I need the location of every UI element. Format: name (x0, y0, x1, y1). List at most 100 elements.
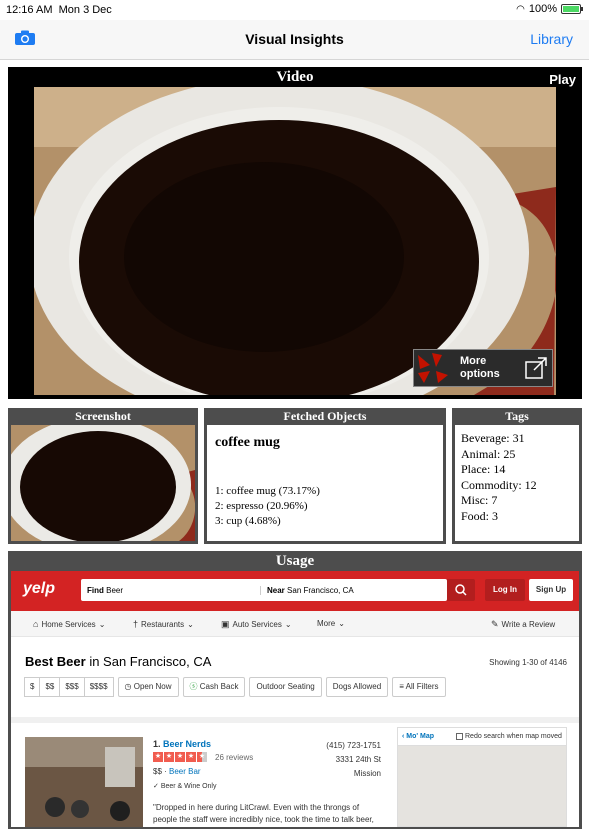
usage-panel: Usage yelp Find Beer Near San Francisco,… (8, 551, 582, 829)
status-right: ◠ 100% (516, 3, 583, 15)
tag-item: Food: 3 (461, 509, 499, 523)
tag-item: Misc: 7 (461, 493, 498, 507)
chevron-down-icon: ⌄ (187, 619, 194, 629)
category-more[interactable]: More ⌄ (317, 619, 345, 628)
yelp-header: yelp Find Beer Near San Francisco, CA Lo… (11, 571, 579, 611)
screenshot-panel: Screenshot (8, 408, 198, 544)
business-name-link[interactable]: 1. Beer Nerds (153, 739, 211, 749)
search-button[interactable] (447, 579, 475, 601)
fetched-objects-body: coffee mug 1: coffee mug (73.17%) 2: esp… (207, 425, 443, 541)
sliders-icon: ≡ (399, 682, 404, 691)
nav-title: Visual Insights (245, 31, 344, 47)
fork-knife-icon: † (133, 619, 139, 629)
clock-icon: ◷ (124, 682, 132, 691)
chevron-down-icon: ⌄ (284, 620, 292, 629)
checkbox[interactable] (456, 733, 463, 740)
business-photo[interactable] (25, 737, 143, 827)
category-home-services[interactable]: ⌂ Home Services ⌄ (33, 619, 105, 629)
star-half-icon: ★ (197, 752, 207, 762)
price-filter[interactable]: $$$ (59, 677, 85, 697)
rating-stars: ★ ★ ★ ★ ★ (153, 752, 207, 762)
navigation-bar: Visual Insights Library (0, 20, 589, 60)
yelp-webpage[interactable]: yelp Find Beer Near San Francisco, CA Lo… (11, 571, 579, 827)
tag-item: Place: 14 (461, 462, 506, 476)
library-button[interactable]: Library (530, 31, 573, 47)
play-button[interactable]: Play (549, 72, 576, 87)
usage-title: Usage (275, 553, 315, 569)
fetched-objects-panel: Fetched Objects coffee mug 1: coffee mug… (204, 408, 446, 544)
review-count: 26 reviews (215, 753, 254, 762)
tag-item: Animal: 25 (461, 447, 516, 461)
near-field[interactable]: Near San Francisco, CA (261, 586, 354, 595)
write-review-link[interactable]: ✎ Write a Review (491, 619, 555, 630)
status-bar: 12:16 AM Mon 3 Dec ◠ 100% (0, 0, 589, 20)
screenshot-title: Screenshot (75, 409, 131, 423)
wifi-icon: ◠ (516, 3, 525, 15)
results-count: Showing 1-30 of 4146 (489, 658, 567, 667)
filter-bar: $ $$ $$$ $$$$ ◷ Open Now ⓢ Cash Back Out… (24, 677, 446, 697)
battery-icon (561, 4, 583, 14)
coffee-mug-thumbnail-image (11, 425, 195, 541)
tag-item: Commodity: 12 (461, 478, 537, 492)
tag-item: Beverage: 31 (461, 431, 525, 445)
category-bar: ⌂ Home Services ⌄ † Restaurants ⌄ ▣ Auto Serv… (11, 611, 579, 637)
fetched-objects-title: Fetched Objects (283, 409, 367, 423)
dogs-allowed-filter[interactable]: Dogs Allowed (325, 677, 389, 697)
yelp-burst-icon (418, 353, 448, 383)
open-now-filter[interactable]: ◷ Open Now (117, 677, 179, 697)
price-filter[interactable]: $ (24, 677, 41, 697)
tags-title: Tags (505, 409, 529, 423)
address: 3331 24th St (335, 755, 381, 764)
map-toolbar: ‹ Mo' Map Redo search when map moved (398, 728, 566, 746)
bar-interior-image (25, 737, 143, 827)
video-panel: Video Play More options (8, 67, 582, 399)
more-options-label: More options (460, 355, 500, 380)
results-heading: Best Beer in San Francisco, CA (25, 654, 212, 669)
status-time: 12:16 AM Mon 3 Dec (6, 4, 112, 16)
share-external-icon (525, 357, 547, 379)
price-filter[interactable]: $$ (39, 677, 61, 697)
review-snippet: "Dropped in here during LitCrawl. Even w… (153, 803, 374, 824)
outdoor-seating-filter[interactable]: Outdoor Seating (249, 677, 322, 697)
checkmark-icon: ✓ (153, 783, 159, 790)
chevron-down-icon: ⌄ (98, 619, 106, 629)
yelp-search-bar[interactable]: Find Beer Near San Francisco, CA (81, 579, 447, 601)
result-line: 3: cup (4.68%) (215, 515, 281, 527)
car-icon: ▣ (221, 619, 230, 629)
video-title: Video (276, 69, 314, 85)
business-contact: (415) 723-1751 3331 24th St Mission (311, 739, 381, 781)
neighborhood: Mission (353, 769, 381, 778)
more-options-button[interactable]: More options (413, 349, 553, 387)
star-icon: ★ (153, 752, 163, 762)
find-field[interactable]: Find Beer (81, 585, 261, 595)
map-panel[interactable]: ‹ Mo' Map Redo search when map moved (397, 727, 567, 827)
all-filters-button[interactable]: ≡ All Filters (392, 677, 446, 697)
login-button[interactable]: Log In (485, 579, 525, 601)
tags-body: Beverage: 31 Animal: 25 Place: 14 Commod… (455, 425, 579, 541)
amenity: ✓ Beer & Wine Only (153, 783, 217, 790)
redo-search-toggle[interactable]: Redo search when map moved (456, 733, 562, 740)
star-icon: ★ (186, 752, 196, 762)
screenshot-thumbnail[interactable] (11, 425, 195, 541)
star-icon: ★ (175, 752, 185, 762)
price-filter-group: $ $$ $$$ $$$$ (24, 677, 114, 697)
section-divider (11, 717, 579, 723)
category-restaurants[interactable]: † Restaurants ⌄ (133, 619, 194, 629)
dollar-icon: ⓢ (189, 682, 198, 691)
chevron-down-icon: ⌄ (338, 619, 345, 628)
price-category: $$ · Beer Bar (153, 767, 201, 776)
signup-button[interactable]: Sign Up (529, 579, 573, 601)
battery-percent: 100% (528, 3, 557, 15)
category-link[interactable]: Beer Bar (169, 767, 201, 776)
mo-map-button[interactable]: ‹ Mo' Map (402, 733, 434, 740)
result-line: 2: espresso (20.96%) (215, 500, 308, 512)
house-icon: ⌂ (33, 619, 39, 629)
cash-back-filter[interactable]: ⓢ Cash Back (182, 677, 246, 697)
price-filter[interactable]: $$$$ (83, 677, 114, 697)
star-icon: ★ (164, 752, 174, 762)
chevron-left-icon: ‹ (402, 733, 405, 740)
result-line: 1: coffee mug (73.17%) (215, 485, 320, 497)
yelp-logo[interactable]: yelp (23, 580, 55, 598)
category-auto-services[interactable]: ▣ Auto Services ⌄ (221, 619, 292, 630)
phone-number: (415) 723-1751 (326, 741, 381, 750)
